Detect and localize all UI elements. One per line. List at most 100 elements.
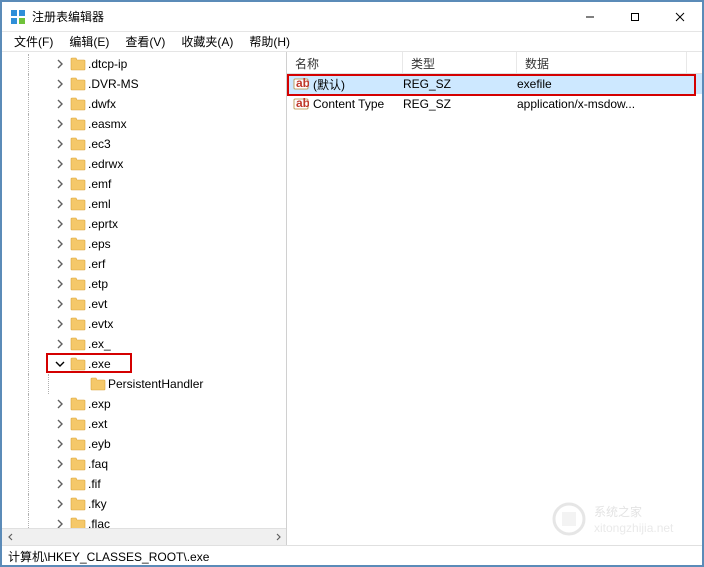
tree-item[interactable]: .erf <box>2 254 286 274</box>
menu-file[interactable]: 文件(F) <box>6 31 61 52</box>
tree-item[interactable]: .ec3 <box>2 134 286 154</box>
tree-item[interactable]: .DVR-MS <box>2 74 286 94</box>
chevron-right-icon[interactable] <box>54 78 66 90</box>
list-row[interactable]: ab(默认)REG_SZexefile <box>287 74 702 94</box>
tree-item[interactable]: .evtx <box>2 314 286 334</box>
app-icon <box>10 9 26 25</box>
folder-icon <box>70 197 86 211</box>
chevron-right-icon[interactable] <box>54 438 66 450</box>
tree-item-label: .etp <box>88 277 108 291</box>
chevron-right-icon[interactable] <box>54 198 66 210</box>
tree-item[interactable]: .eprtx <box>2 214 286 234</box>
tree-item[interactable]: .fky <box>2 494 286 514</box>
folder-icon <box>70 437 86 451</box>
tree-item-label: .eps <box>88 237 111 251</box>
tree-item[interactable]: .emf <box>2 174 286 194</box>
tree-item[interactable]: .ext <box>2 414 286 434</box>
tree-item-label: .edrwx <box>88 157 123 171</box>
chevron-right-icon[interactable] <box>54 518 66 528</box>
chevron-right-icon[interactable] <box>54 298 66 310</box>
string-value-icon: ab <box>293 76 309 92</box>
tree-item[interactable]: .eml <box>2 194 286 214</box>
chevron-right-icon[interactable] <box>54 118 66 130</box>
tree-item[interactable]: .eyb <box>2 434 286 454</box>
tree-item[interactable]: .dtcp-ip <box>2 54 286 74</box>
tree-item[interactable]: .flac <box>2 514 286 528</box>
status-path: 计算机\HKEY_CLASSES_ROOT\.exe <box>8 550 209 564</box>
chevron-right-icon[interactable] <box>54 458 66 470</box>
tree-item-label: .eyb <box>88 437 111 451</box>
folder-icon <box>70 317 86 331</box>
chevron-down-icon[interactable] <box>54 358 66 370</box>
tree-h-scrollbar[interactable] <box>2 528 286 545</box>
svg-text:ab: ab <box>296 76 309 90</box>
chevron-right-icon[interactable] <box>54 238 66 250</box>
tree-item[interactable]: .fif <box>2 474 286 494</box>
chevron-right-icon[interactable] <box>54 58 66 70</box>
tree-item[interactable]: .evt <box>2 294 286 314</box>
column-header-type[interactable]: 类型 <box>403 52 517 73</box>
chevron-right-icon[interactable] <box>54 338 66 350</box>
column-header-name[interactable]: 名称 <box>287 52 403 73</box>
chevron-right-icon[interactable] <box>54 278 66 290</box>
tree-item[interactable]: .dwfx <box>2 94 286 114</box>
tree-item[interactable]: .easmx <box>2 114 286 134</box>
tree-item[interactable]: PersistentHandler <box>2 374 286 394</box>
chevron-right-icon[interactable] <box>54 258 66 270</box>
folder-icon <box>70 417 86 431</box>
scroll-right-button[interactable] <box>269 529 286 546</box>
minimize-button[interactable] <box>567 2 612 31</box>
menu-help[interactable]: 帮助(H) <box>241 31 298 52</box>
tree-item-label: .exe <box>88 357 111 371</box>
folder-icon <box>70 497 86 511</box>
menu-view[interactable]: 查看(V) <box>117 31 173 52</box>
folder-icon <box>70 217 86 231</box>
chevron-right-icon[interactable] <box>54 218 66 230</box>
menu-favorites[interactable]: 收藏夹(A) <box>173 31 241 52</box>
chevron-right-icon[interactable] <box>54 498 66 510</box>
tree-item-label: .emf <box>88 177 111 191</box>
folder-icon <box>70 157 86 171</box>
chevron-right-icon[interactable] <box>54 318 66 330</box>
tree-item[interactable]: .exp <box>2 394 286 414</box>
chevron-right-icon[interactable] <box>54 418 66 430</box>
window-frame: 注册表编辑器 文件(F) 编辑(E) 查看(V) 收藏夹(A) 帮助(H) .d… <box>0 0 704 567</box>
chevron-right-icon[interactable] <box>54 178 66 190</box>
tree-view[interactable]: .dtcp-ip .DVR-MS.dwfx .easmx .ec3 .edrwx .emf… <box>2 52 286 528</box>
chevron-right-icon[interactable] <box>54 478 66 490</box>
title-bar: 注册表编辑器 <box>2 2 702 32</box>
tree-item[interactable]: .etp <box>2 274 286 294</box>
tree-item-label: .easmx <box>88 117 127 131</box>
tree-item-label: .dtcp-ip <box>88 57 127 71</box>
close-button[interactable] <box>657 2 702 31</box>
tree-item[interactable]: .ex_ <box>2 334 286 354</box>
tree-item[interactable]: .faq <box>2 454 286 474</box>
scroll-left-button[interactable] <box>2 529 19 546</box>
folder-icon <box>70 97 86 111</box>
list-row[interactable]: abContent TypeREG_SZapplication/x-msdow.… <box>287 94 702 114</box>
folder-icon <box>70 477 86 491</box>
folder-icon <box>90 377 106 391</box>
list-pane: 名称 类型 数据 ab(默认)REG_SZexefileabContent Ty… <box>287 52 702 545</box>
column-header-data[interactable]: 数据 <box>517 52 687 73</box>
tree-item-label: .flac <box>88 517 110 528</box>
tree-item[interactable]: .edrwx <box>2 154 286 174</box>
window-title: 注册表编辑器 <box>32 8 104 25</box>
chevron-right-icon[interactable] <box>54 398 66 410</box>
folder-icon <box>70 237 86 251</box>
tree-item[interactable]: .eps <box>2 234 286 254</box>
chevron-right-icon[interactable] <box>54 138 66 150</box>
chevron-right-icon[interactable] <box>54 158 66 170</box>
folder-icon <box>70 137 86 151</box>
folder-icon <box>70 357 86 371</box>
tree-item[interactable]: .exe <box>2 354 286 374</box>
cell-data: application/x-msdow... <box>517 97 687 111</box>
maximize-button[interactable] <box>612 2 657 31</box>
chevron-right-icon[interactable] <box>54 98 66 110</box>
tree-item-label: .eprtx <box>88 217 118 231</box>
menu-edit[interactable]: 编辑(E) <box>61 31 117 52</box>
folder-icon <box>70 297 86 311</box>
tree-item-label: .ec3 <box>88 137 111 151</box>
tree-item-label: .ex_ <box>88 337 111 351</box>
list-view[interactable]: ab(默认)REG_SZexefileabContent TypeREG_SZa… <box>287 74 702 545</box>
